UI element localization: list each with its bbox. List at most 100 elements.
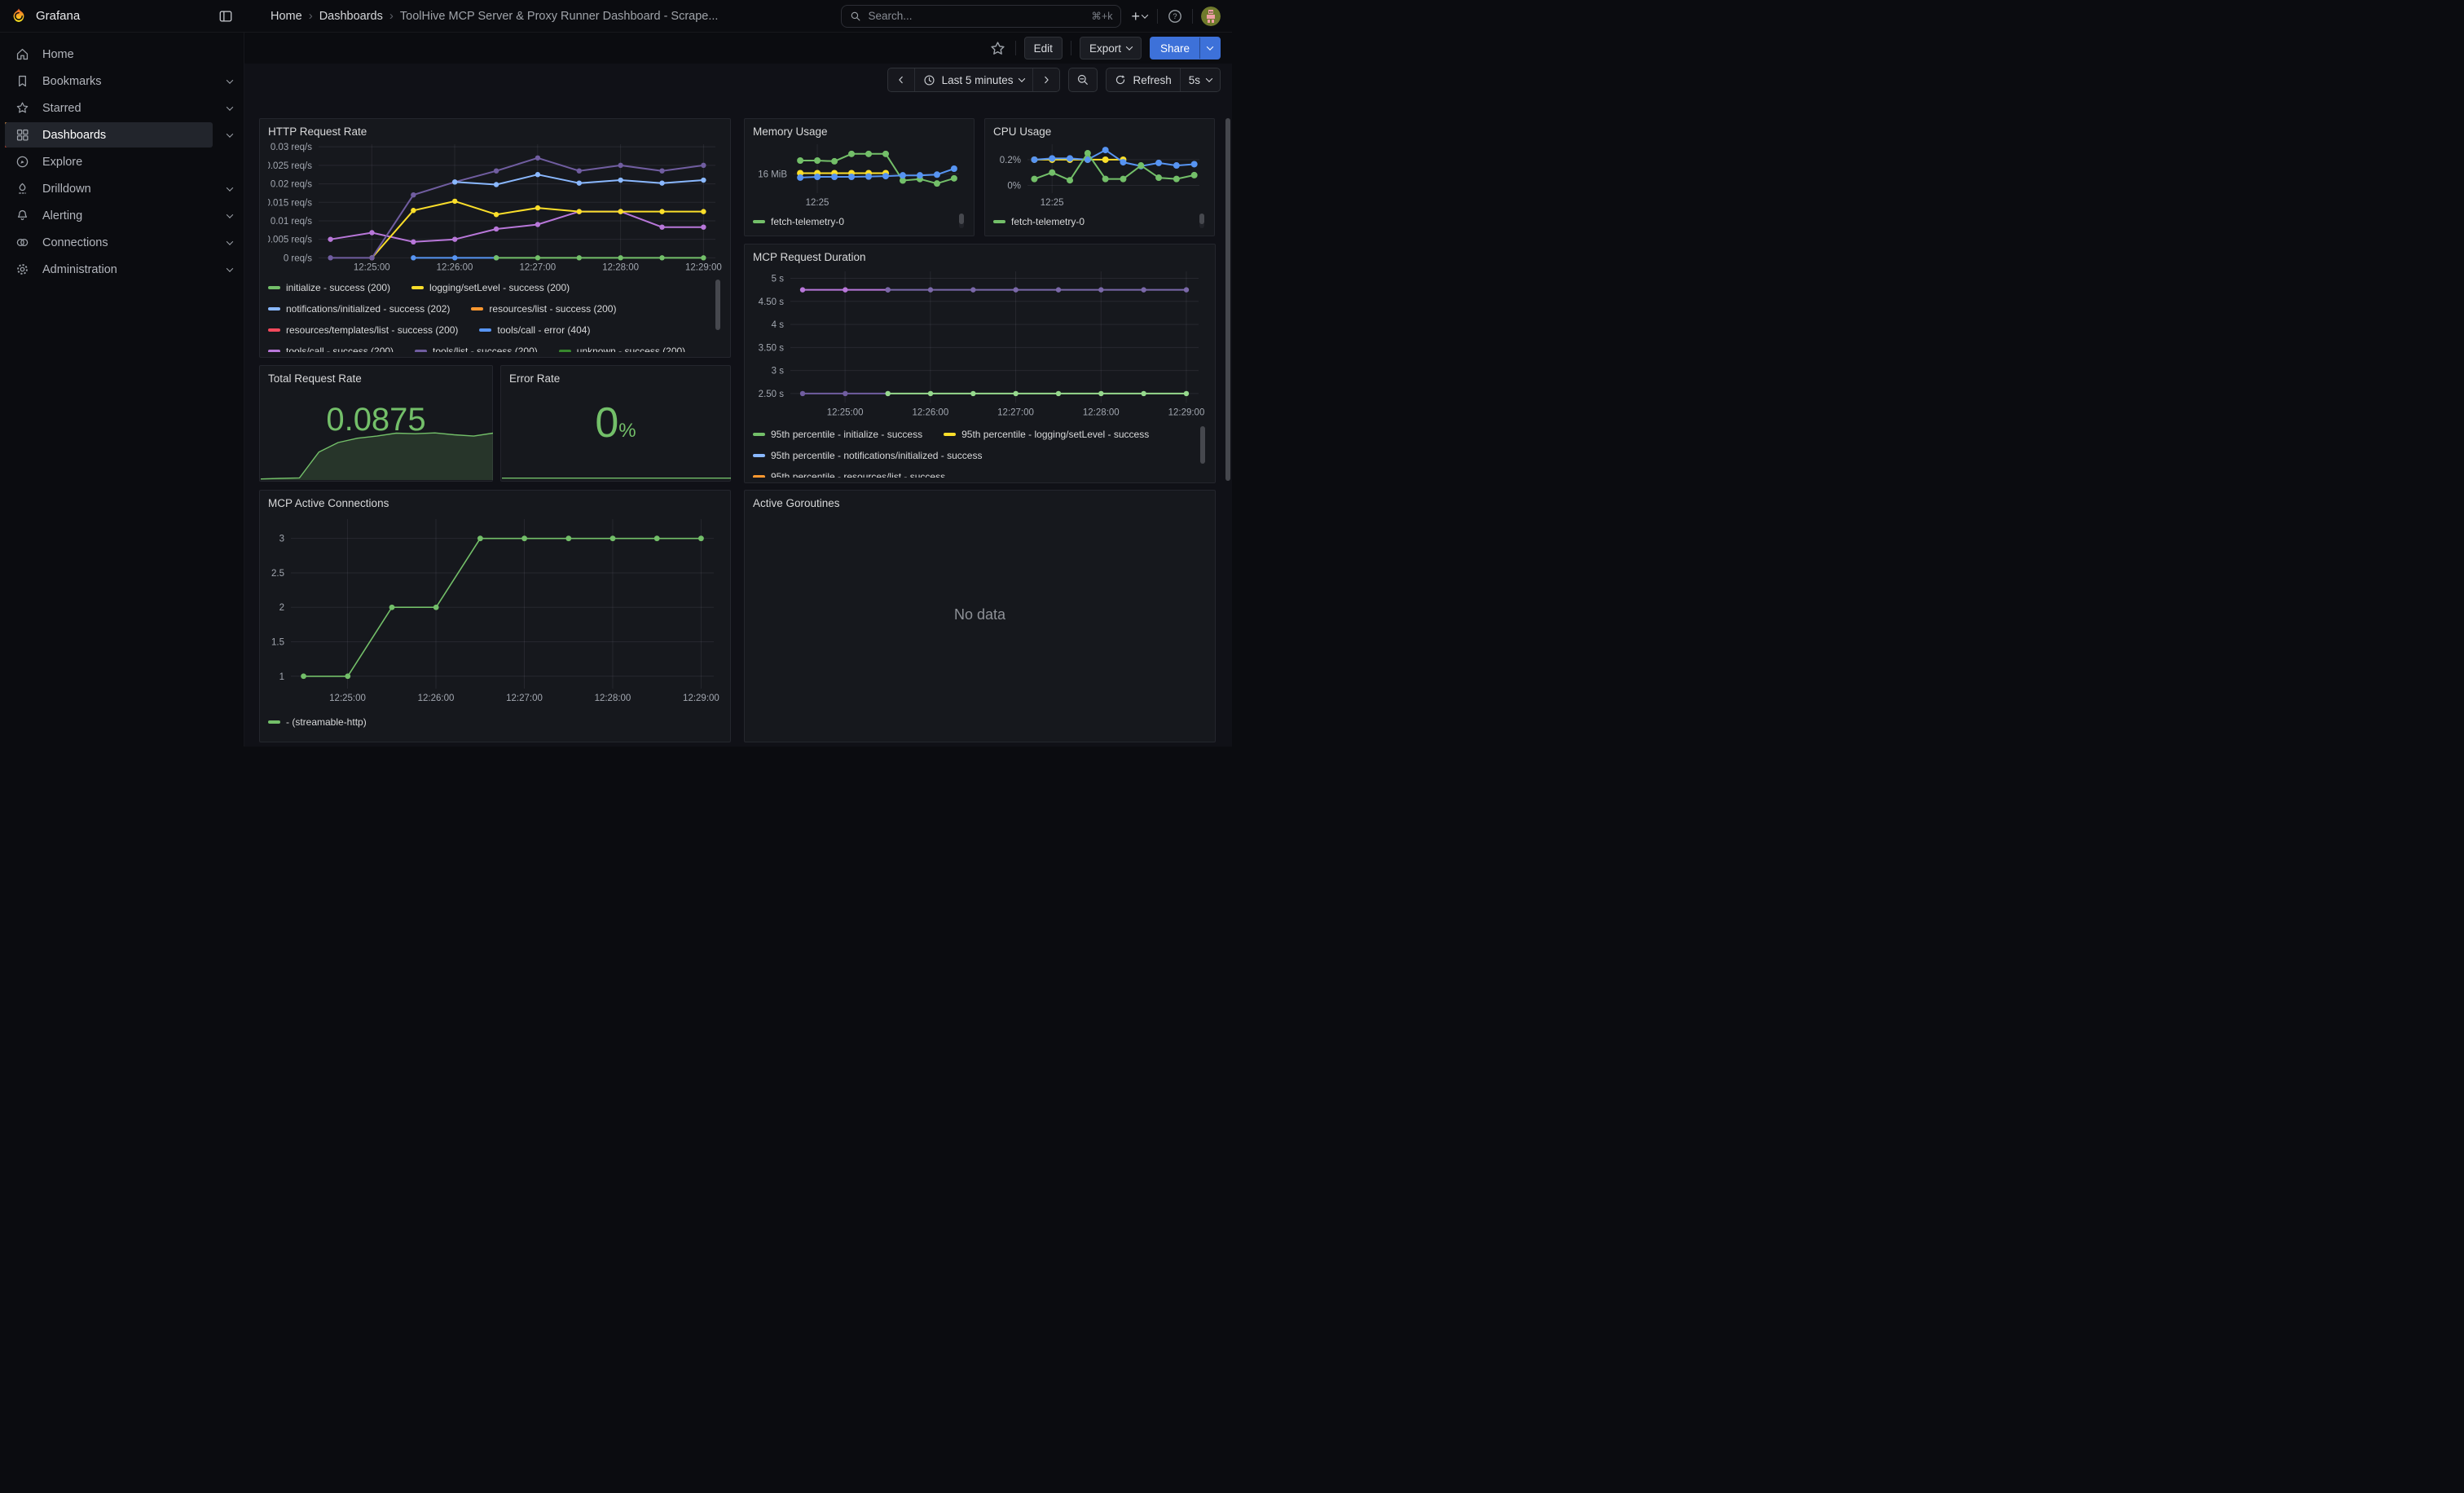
clock-icon: [923, 74, 935, 86]
breadcrumb: Home › Dashboards › ToolHive MCP Server …: [244, 9, 841, 23]
panel-title[interactable]: MCP Active Connections: [268, 497, 722, 509]
legend-item[interactable]: 95th percentile - notifications/initiali…: [753, 450, 982, 461]
sidebar-item-bookmarks[interactable]: Bookmarks: [0, 68, 244, 95]
share-label[interactable]: Share: [1151, 37, 1199, 59]
help-button[interactable]: ?: [1166, 7, 1184, 25]
add-new-button[interactable]: +: [1129, 7, 1149, 25]
legend-label: logging/setLevel - success (200): [429, 282, 570, 293]
sidebar-item-drilldown[interactable]: Drilldown: [0, 175, 244, 202]
time-range-picker[interactable]: Last 5 minutes: [915, 68, 1034, 91]
favorite-star-button[interactable]: [988, 39, 1007, 58]
legend-color-marker: [753, 454, 765, 457]
legend-scrollbar[interactable]: [1199, 214, 1204, 224]
legend-row: fetch-telemetry-0: [993, 211, 1195, 231]
dashboard-canvas: HTTP Request Rate 0.03 req/s0.025 req/s0…: [244, 96, 1232, 746]
legend-item[interactable]: unknown - success (200): [559, 346, 685, 352]
export-label: Export: [1089, 42, 1121, 55]
legend-scrollbar[interactable]: [1200, 426, 1205, 464]
zoom-out-button[interactable]: [1068, 68, 1098, 92]
chevron-down-icon[interactable]: [227, 77, 233, 83]
gear-icon: [15, 262, 29, 276]
zoom-out-icon: [1076, 73, 1089, 86]
chevron-down-icon[interactable]: [227, 238, 233, 244]
legend-item[interactable]: fetch-telemetry-0: [753, 216, 844, 227]
svg-text:16 MiB: 16 MiB: [758, 170, 787, 179]
chevron-down-icon[interactable]: [227, 103, 233, 110]
breadcrumb-home[interactable]: Home: [271, 10, 302, 23]
svg-text:0.2%: 0.2%: [1000, 156, 1021, 165]
sidebar-item-starred[interactable]: Starred: [0, 95, 244, 121]
svg-text:2: 2: [279, 603, 284, 613]
sidebar-nav: Home Bookmarks Starred Dashboards: [0, 33, 244, 746]
sidebar-item-label: Explore: [42, 156, 82, 169]
panel-title[interactable]: HTTP Request Rate: [268, 126, 722, 138]
panel-title[interactable]: Active Goroutines: [753, 497, 1207, 509]
legend-item[interactable]: 95th percentile - logging/setLevel - suc…: [944, 429, 1149, 440]
breadcrumb-dashboards[interactable]: Dashboards: [319, 10, 383, 23]
bell-icon: [15, 209, 29, 222]
svg-text:4.50 s: 4.50 s: [759, 297, 785, 307]
error-rate-sparkline: [502, 402, 731, 480]
export-button[interactable]: Export: [1080, 37, 1142, 59]
sidebar-item-administration[interactable]: Administration: [0, 256, 244, 283]
svg-text:12:25:00: 12:25:00: [329, 694, 366, 703]
sidebar-item-connections[interactable]: Connections: [0, 229, 244, 256]
legend-scrollbar[interactable]: [715, 280, 720, 330]
sidebar-item-alerting[interactable]: Alerting: [0, 202, 244, 229]
page-scrollbar-thumb[interactable]: [1225, 118, 1230, 481]
panel-title[interactable]: Total Request Rate: [268, 372, 484, 385]
legend-item[interactable]: notifications/initialized - success (202…: [268, 303, 450, 315]
refresh-button[interactable]: Refresh: [1107, 68, 1180, 91]
legend-item[interactable]: fetch-telemetry-0: [993, 216, 1085, 227]
legend-item[interactable]: tools/list - success (200): [415, 346, 538, 352]
legend-item[interactable]: - (streamable-http): [268, 716, 367, 728]
legend-row: - (streamable-http): [268, 711, 711, 733]
legend-item[interactable]: logging/setLevel - success (200): [411, 282, 570, 293]
legend-scrollbar[interactable]: [959, 214, 964, 224]
search-input[interactable]: Search... ⌘+k: [841, 5, 1121, 28]
legend-item[interactable]: resources/list - success (200): [471, 303, 616, 315]
time-shift-back-button[interactable]: [888, 68, 915, 91]
legend-item[interactable]: 95th percentile - resources/list - succe…: [753, 471, 945, 478]
legend-item[interactable]: tools/call - success (200): [268, 346, 394, 352]
cpu-legend: fetch-telemetry-0: [993, 211, 1206, 231]
edit-button[interactable]: Edit: [1024, 37, 1063, 59]
chevron-down-icon[interactable]: [227, 184, 233, 191]
legend-item[interactable]: resources/templates/list - success (200): [268, 324, 458, 336]
breadcrumb-separator: ›: [309, 9, 313, 23]
share-menu-button[interactable]: [1199, 37, 1220, 59]
time-shift-forward-button[interactable]: [1033, 68, 1059, 91]
svg-text:0%: 0%: [1007, 182, 1021, 192]
sidebar-item-home[interactable]: Home: [0, 41, 244, 68]
chevron-down-icon[interactable]: [227, 265, 233, 271]
svg-text:12:25: 12:25: [806, 198, 829, 208]
svg-text:1: 1: [279, 672, 284, 682]
chevron-down-icon[interactable]: [227, 211, 233, 218]
chevron-down-icon[interactable]: [227, 130, 233, 137]
sidebar-toggle-button[interactable]: [217, 7, 235, 25]
sidebar-item-dashboards[interactable]: Dashboards: [0, 121, 244, 148]
share-button[interactable]: Share: [1150, 37, 1221, 59]
legend-label: 95th percentile - notifications/initiali…: [771, 450, 982, 461]
refresh-interval-select[interactable]: 5s: [1181, 68, 1220, 91]
panel-title[interactable]: CPU Usage: [993, 126, 1206, 138]
sidebar-item-label: Connections: [42, 236, 108, 249]
panel-left-icon: [218, 9, 233, 24]
legend-item[interactable]: 95th percentile - initialize - success: [753, 429, 922, 440]
svg-text:3 s: 3 s: [772, 367, 785, 377]
divider: [1015, 41, 1016, 55]
panel-title[interactable]: Memory Usage: [753, 126, 966, 138]
chevron-down-icon: [1207, 43, 1213, 50]
legend-label: initialize - success (200): [286, 282, 390, 293]
legend-item[interactable]: initialize - success (200): [268, 282, 390, 293]
svg-text:12:26:00: 12:26:00: [418, 694, 455, 703]
panel-title[interactable]: MCP Request Duration: [753, 251, 1207, 263]
panel-title[interactable]: Error Rate: [509, 372, 722, 385]
user-avatar[interactable]: [1201, 7, 1221, 26]
grafana-logo[interactable]: [10, 7, 28, 25]
legend-item[interactable]: tools/call - error (404): [479, 324, 590, 336]
brand-name: Grafana: [36, 9, 80, 23]
sidebar-item-label: Drilldown: [42, 183, 91, 196]
sidebar-item-explore[interactable]: Explore: [0, 148, 244, 175]
legend-row: 95th percentile - initialize - success 95…: [753, 424, 1195, 445]
